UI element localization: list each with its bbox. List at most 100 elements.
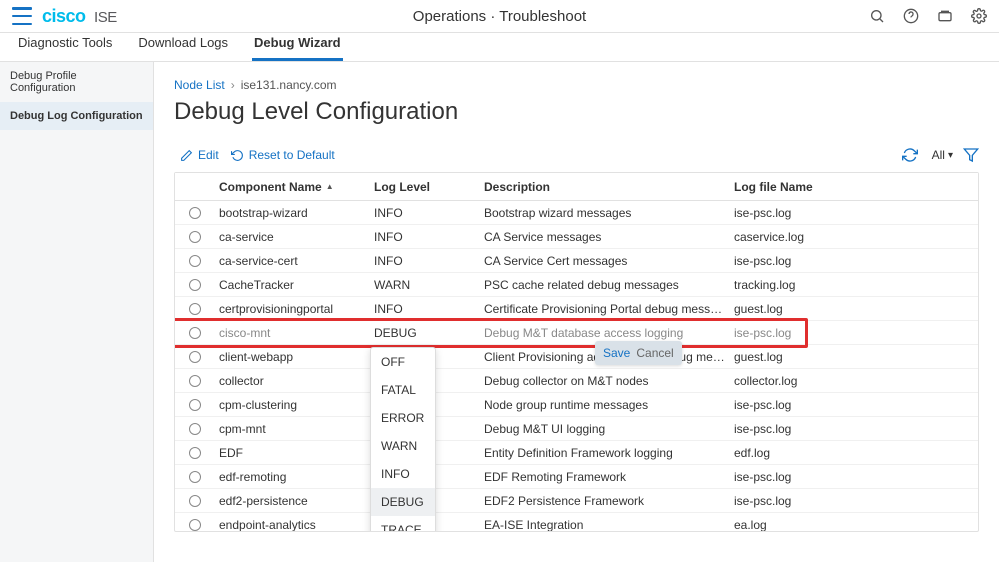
log-level-select[interactable]: DEBUG — [374, 326, 417, 340]
tab-diagnostic-tools[interactable]: Diagnostic Tools — [16, 29, 114, 61]
log-level-dropdown: OFFFATALERRORWARNINFODEBUGTRACE — [370, 347, 436, 531]
refresh-icon[interactable] — [902, 147, 918, 163]
row-radio[interactable] — [189, 495, 201, 507]
table-row[interactable]: EDFEntity Definition Framework logginged… — [175, 441, 978, 465]
row-radio[interactable] — [189, 447, 201, 459]
reset-button[interactable]: Reset to Default — [225, 144, 341, 166]
help-icon[interactable] — [903, 8, 919, 24]
cell-description: Debug M&T UI logging — [480, 422, 730, 436]
breadcrumb: Node List › ise131.nancy.com — [174, 78, 979, 92]
cell-log-file: ea.log — [730, 518, 950, 532]
tab-download-logs[interactable]: Download Logs — [136, 29, 230, 61]
top-icon-group — [869, 8, 987, 24]
cancel-button[interactable]: Cancel — [636, 346, 673, 360]
row-radio[interactable] — [189, 207, 201, 219]
table-row[interactable]: client-webappClient Provisioning admin s… — [175, 345, 978, 369]
cell-log-file: ise-psc.log — [730, 470, 950, 484]
sidebar-item-debug-profile-configuration[interactable]: Debug Profile Configuration — [0, 62, 153, 102]
cell-log-level: INFO — [370, 302, 480, 316]
sort-asc-icon: ▲ — [326, 182, 334, 191]
level-option-fatal[interactable]: FATAL — [371, 376, 435, 404]
cell-log-level: INFO — [370, 230, 480, 244]
cell-component-name: CacheTracker — [215, 278, 370, 292]
table-row[interactable]: certprovisioningportalINFOCertificate Pr… — [175, 297, 978, 321]
cell-component-name: cpm-clustering — [215, 398, 370, 412]
header-title: Operations · Troubleshoot — [413, 8, 586, 25]
row-radio[interactable] — [189, 471, 201, 483]
cell-description: CA Service Cert messages — [480, 254, 730, 268]
cell-component-name: cpm-mnt — [215, 422, 370, 436]
row-radio[interactable] — [189, 375, 201, 387]
col-level[interactable]: Log Level — [370, 180, 480, 194]
cell-component-name: endpoint-analytics — [215, 518, 370, 532]
table-row[interactable]: collectorDebug collector on M&T nodescol… — [175, 369, 978, 393]
row-radio[interactable] — [189, 231, 201, 243]
cell-description: Entity Definition Framework logging — [480, 446, 730, 460]
col-component[interactable]: Component Name ▲ — [215, 180, 370, 194]
level-option-error[interactable]: ERROR — [371, 404, 435, 432]
pencil-icon — [180, 149, 193, 162]
brand-logo: cisco ISE — [42, 6, 117, 27]
cell-description: PSC cache related debug messages — [480, 278, 730, 292]
breadcrumb-root[interactable]: Node List — [174, 78, 225, 92]
notifications-icon[interactable] — [937, 8, 953, 24]
table-row[interactable]: ca-serviceINFOCA Service messagescaservi… — [175, 225, 978, 249]
col-logfile[interactable]: Log file Name — [730, 180, 950, 194]
tab-debug-wizard[interactable]: Debug Wizard — [252, 29, 343, 61]
row-radio[interactable] — [189, 279, 201, 291]
save-button[interactable]: Save — [603, 346, 630, 360]
row-radio[interactable] — [189, 255, 201, 267]
cell-log-file: ise-psc.log — [730, 206, 950, 220]
level-option-debug[interactable]: DEBUG — [371, 488, 435, 516]
cell-component-name: bootstrap-wizard — [215, 206, 370, 220]
settings-icon[interactable] — [971, 8, 987, 24]
table-row[interactable]: CacheTrackerWARNPSC cache related debug … — [175, 273, 978, 297]
menu-toggle-icon[interactable] — [12, 7, 32, 25]
cell-description: Node group runtime messages — [480, 398, 730, 412]
level-option-off[interactable]: OFF — [371, 348, 435, 376]
cell-description: Debug collector on M&T nodes — [480, 374, 730, 388]
funnel-icon[interactable] — [963, 147, 979, 163]
table-row[interactable]: endpoint-analyticsINFOEA-ISE Integration… — [175, 513, 978, 531]
table-row[interactable]: bootstrap-wizardINFOBootstrap wizard mes… — [175, 201, 978, 225]
filter-all-dropdown[interactable]: All ▾ — [932, 148, 953, 162]
cell-log-file: guest.log — [730, 350, 950, 364]
table-row[interactable]: cpm-mntDebug M&T UI loggingise-psc.log — [175, 417, 978, 441]
debug-config-table: Component Name ▲ Log Level Description L… — [174, 172, 979, 532]
cell-description: EA-ISE Integration — [480, 518, 730, 532]
cell-description: Bootstrap wizard messages — [480, 206, 730, 220]
cell-log-file: edf.log — [730, 446, 950, 460]
row-radio[interactable] — [189, 519, 201, 531]
row-radio[interactable] — [189, 327, 201, 339]
table-row[interactable]: ca-service-certINFOCA Service Cert messa… — [175, 249, 978, 273]
filter-label: All — [932, 148, 945, 162]
toolbar: Edit Reset to Default All ▾ — [174, 144, 979, 166]
table-row[interactable]: cpm-clustering Node group runtime message… — [175, 393, 978, 417]
main-content: Node List › ise131.nancy.com Debug Level… — [154, 62, 999, 562]
row-radio[interactable] — [189, 399, 201, 411]
cell-log-level[interactable]: DEBUG — [370, 326, 480, 340]
row-radio[interactable] — [189, 351, 201, 363]
sidebar-item-debug-log-configuration[interactable]: Debug Log Configuration — [0, 102, 153, 130]
table-row[interactable]: edf-remotingEDF Remoting Frameworkise-ps… — [175, 465, 978, 489]
cell-component-name: client-webapp — [215, 350, 370, 364]
col-description[interactable]: Description — [480, 180, 730, 194]
table-row[interactable]: cisco-mntDEBUGDebug M&T database access … — [175, 321, 978, 345]
row-radio[interactable] — [189, 423, 201, 435]
cell-component-name: ca-service — [215, 230, 370, 244]
cell-component-name: cisco-mnt — [215, 326, 370, 340]
level-option-info[interactable]: INFO — [371, 460, 435, 488]
cell-log-file: collector.log — [730, 374, 950, 388]
search-icon[interactable] — [869, 8, 885, 24]
edit-button[interactable]: Edit — [174, 144, 225, 166]
cell-log-file: tracking.log — [730, 278, 950, 292]
cell-log-level: INFO — [370, 206, 480, 220]
cell-description: EDF Remoting Framework — [480, 470, 730, 484]
level-option-warn[interactable]: WARN — [371, 432, 435, 460]
cell-log-file: guest.log — [730, 302, 950, 316]
row-radio[interactable] — [189, 303, 201, 315]
table-row[interactable]: edf2-persistenceEDF2 Persistence Framewo… — [175, 489, 978, 513]
page-heading: Debug Level Configuration — [174, 98, 979, 126]
level-option-trace[interactable]: TRACE — [371, 516, 435, 531]
cell-description: CA Service messages — [480, 230, 730, 244]
